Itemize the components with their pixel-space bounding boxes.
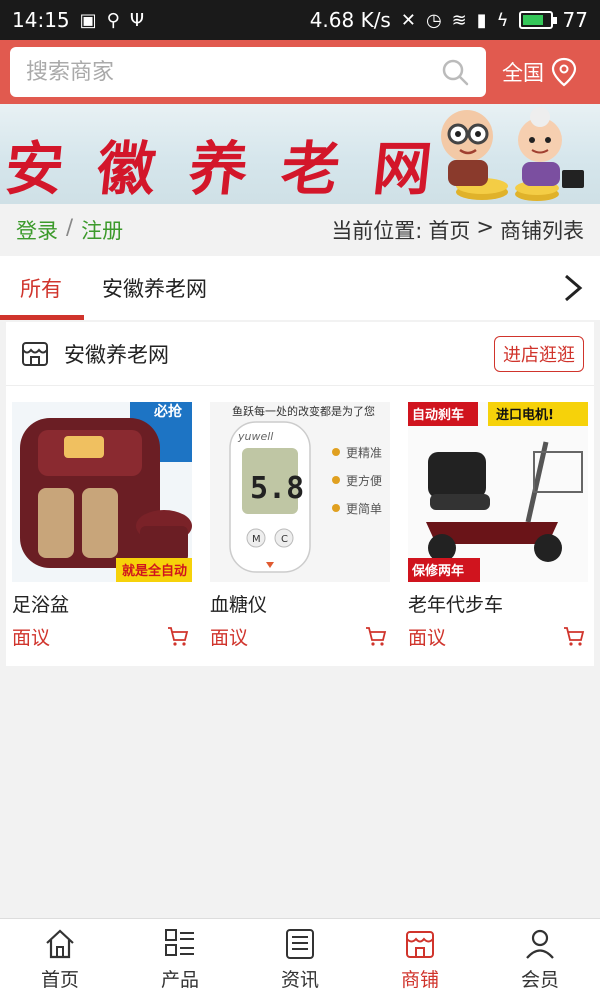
battery-icon [518, 11, 557, 29]
mobility-scooter-illustration: 自动刹车 进口电机! 保修两年 [408, 402, 588, 582]
breadcrumb-bar: 登录 / 注册 当前位置: 首页 > 商铺列表 [0, 204, 600, 256]
region-label: 全国 [502, 61, 544, 85]
location-pin-icon [551, 57, 577, 87]
foot-bath-tag: 必抢 [153, 403, 183, 420]
store-header: 安徽养老网 进店逛逛 [6, 322, 594, 386]
nav-shops[interactable]: 商铺 [360, 919, 480, 1000]
breadcrumb-label: 当前位置: [331, 219, 423, 243]
wifi-icon: ≋ [451, 9, 467, 31]
nav-products[interactable]: 产品 [120, 919, 240, 1000]
nav-news-label: 资讯 [280, 969, 319, 991]
glucose-feature-3: 更简单 [346, 502, 382, 516]
shop-icon [406, 931, 434, 958]
product-item[interactable]: 鱼跃每一处的改变都是为了您 yuwell 5.8 M C 更精准 更方便 更简单 [210, 402, 390, 650]
tab-anhui-yanglao[interactable]: 安徽养老网 [82, 256, 227, 320]
glucose-header: 鱼跃每一处的改变都是为了您 [232, 404, 375, 418]
nav-products-label: 产品 [160, 969, 199, 991]
glucose-reading: 5.8 [250, 471, 304, 506]
breadcrumb-current: 商铺列表 [500, 219, 584, 243]
product-price: 面议 [408, 627, 447, 649]
region-selector[interactable]: 全国 [502, 57, 578, 87]
login-link[interactable]: 登录 [16, 215, 58, 245]
usb-icon: Ψ [129, 9, 145, 31]
category-tabs: 所有 安徽养老网 [0, 256, 600, 320]
store-card: 安徽养老网 进店逛逛 必抢 就是全自动 足浴盆 面议 鱼跃每一处的改变都是为了您… [6, 322, 594, 666]
mute-icon: ✕ [400, 9, 416, 31]
product-image-glucose-meter[interactable]: 鱼跃每一处的改变都是为了您 yuwell 5.8 M C 更精准 更方便 更简单 [210, 402, 390, 582]
banner-title: 安徽养老网 [1, 135, 470, 203]
news-icon [286, 929, 314, 959]
breadcrumb-arrow: > [476, 215, 494, 239]
tab-all[interactable]: 所有 [0, 256, 84, 320]
breadcrumb-home[interactable]: 首页 [428, 215, 470, 245]
battery-level: 77 [562, 8, 588, 32]
svg-text:C: C [281, 534, 288, 545]
product-grid-icon [165, 929, 194, 956]
product-item[interactable]: 必抢 就是全自动 足浴盆 面议 [12, 402, 192, 650]
product-price: 面议 [12, 627, 51, 649]
home-icon [46, 929, 74, 959]
product-image-foot-bath[interactable]: 必抢 就是全自动 [12, 402, 192, 582]
nav-news[interactable]: 资讯 [240, 919, 360, 1000]
cart-icon[interactable] [562, 624, 586, 648]
chevron-right-icon[interactable] [554, 270, 590, 306]
foot-bath-badge: 就是全自动 [122, 563, 187, 579]
nav-member-label: 会员 [520, 969, 559, 991]
user-icon [526, 929, 554, 959]
nav-home-label: 首页 [40, 969, 79, 991]
auth-links: 登录 / 注册 [16, 215, 123, 245]
visit-store-button[interactable]: 进店逛逛 [494, 335, 584, 372]
product-image-mobility-scooter[interactable]: 自动刹车 进口电机! 保修两年 [408, 402, 588, 582]
svg-text:M: M [252, 534, 261, 545]
charging-icon: ϟ [496, 9, 509, 31]
register-link[interactable]: 注册 [81, 215, 123, 245]
scooter-badge: 保修两年 [411, 563, 464, 579]
signal-icon: ▮ [476, 9, 487, 31]
auth-separator: / [66, 215, 74, 239]
status-time: 14:15 [12, 8, 70, 32]
banner: 安徽养老网 [0, 104, 600, 204]
scooter-tag-left: 自动刹车 [412, 407, 464, 423]
cart-icon[interactable] [364, 624, 388, 648]
search-icon[interactable] [440, 57, 470, 87]
product-name[interactable]: 血糖仪 [210, 590, 390, 617]
breadcrumb: 当前位置: 首页 > 商铺列表 [331, 215, 584, 245]
image-notification-icon: ▣ [79, 9, 97, 31]
glucose-feature-2: 更方便 [346, 473, 382, 488]
nav-home[interactable]: 首页 [0, 919, 120, 1000]
store-name[interactable]: 安徽养老网 [64, 339, 494, 369]
glucose-meter-illustration: 鱼跃每一处的改变都是为了您 yuwell 5.8 M C 更精准 更方便 更简单 [210, 402, 390, 582]
alarm-icon: ◷ [425, 9, 442, 31]
product-item[interactable]: 自动刹车 进口电机! 保修两年 老年代步车 面议 [408, 402, 588, 650]
top-header: 全国 [0, 40, 600, 104]
search-input[interactable] [26, 59, 406, 85]
shop-icon [22, 341, 48, 366]
elderly-couple-illustration [441, 107, 584, 201]
foot-bath-illustration: 必抢 就是全自动 [12, 402, 192, 582]
glucose-brand: yuwell [237, 430, 273, 443]
product-price: 面议 [210, 627, 249, 649]
scooter-tag-right: 进口电机! [496, 407, 554, 423]
network-speed: 4.68 K/s [309, 8, 391, 32]
product-list: 必抢 就是全自动 足浴盆 面议 鱼跃每一处的改变都是为了您 yuwell 5.8… [6, 386, 594, 650]
nav-member[interactable]: 会员 [480, 919, 600, 1000]
nav-shops-label: 商铺 [400, 969, 439, 991]
search-box[interactable] [10, 47, 486, 97]
cart-icon[interactable] [166, 624, 190, 648]
bottom-navigation: 首页 产品 资讯 商铺 会员 [0, 918, 600, 1000]
product-name[interactable]: 足浴盆 [12, 590, 192, 617]
glucose-feature-1: 更精准 [346, 446, 382, 460]
product-name[interactable]: 老年代步车 [408, 590, 588, 617]
share-icon: ⚲ [106, 9, 120, 31]
status-bar: 14:15 ▣ ⚲ Ψ 4.68 K/s ✕ ◷ ≋ ▮ ϟ 77 [0, 0, 600, 40]
